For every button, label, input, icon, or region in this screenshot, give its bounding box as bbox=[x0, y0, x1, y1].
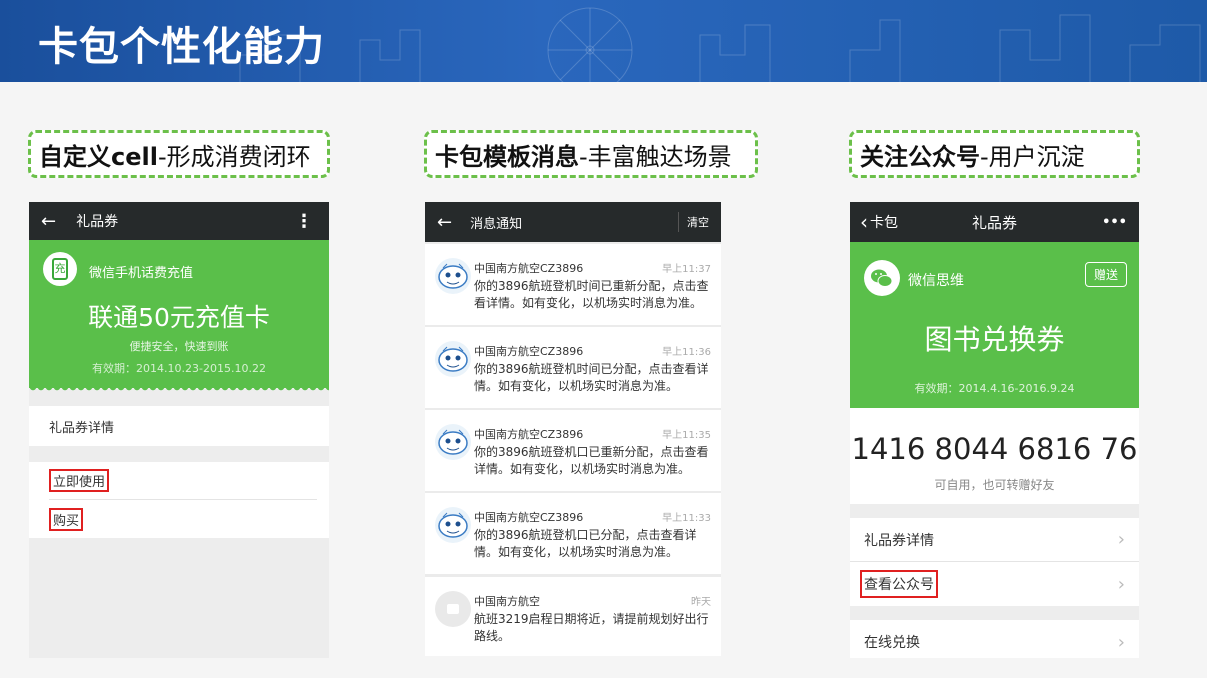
phone2-topbar-title: 消息通知 bbox=[470, 216, 523, 232]
phone-follow-account: ‹ 卡包 礼品券 ••• 微信思维 赠送 图书兑换券 有效期：2014.4.16… bbox=[850, 202, 1139, 658]
message-time: 早上11:35 bbox=[662, 430, 711, 441]
more-dots-icon[interactable]: ••• bbox=[1102, 215, 1127, 230]
phone1-action-list: 立即使用 购买 bbox=[29, 462, 329, 538]
back-chevron-icon[interactable]: ‹ bbox=[860, 210, 868, 234]
tag-bold-text: 关注公众号 bbox=[860, 142, 980, 171]
slide-title: 卡包个性化能力 bbox=[38, 24, 325, 70]
chevron-right-icon: › bbox=[1117, 631, 1125, 653]
card-code: 1416 8044 6816 76 bbox=[851, 432, 1138, 466]
online-redeem-row[interactable]: 在线兑换 › bbox=[850, 620, 1139, 658]
phone1-card-validity: 有效期：2014.10.23-2015.10.22 bbox=[92, 362, 266, 375]
airline-placeholder-icon bbox=[435, 591, 471, 627]
phone3-card-validity: 有效期：2014.4.16-2016.9.24 bbox=[914, 382, 1075, 395]
airline-mascot-icon bbox=[435, 424, 471, 460]
message-sender: 中国南方航空 bbox=[474, 595, 540, 608]
phone1-topbar-title: 礼品券 bbox=[76, 214, 119, 230]
message-sender: 中国南方航空CZ3896 bbox=[474, 345, 584, 358]
message-item[interactable]: 中国南方航空CZ3896 早上11:35 你的3896航班登机口已重新分配，点击… bbox=[425, 410, 721, 491]
phone1-card: 充 微信手机话费充值 联通50元充值卡 便捷安全，快速到账 有效期：2014.1… bbox=[29, 240, 329, 393]
message-time: 早上11:37 bbox=[662, 264, 711, 275]
airline-mascot-icon bbox=[435, 341, 471, 377]
back-arrow-icon[interactable]: ← bbox=[41, 211, 56, 232]
chevron-right-icon: › bbox=[1117, 573, 1125, 595]
phone1-topbar: ← 礼品券 ⋮ bbox=[29, 202, 329, 240]
message-item[interactable]: 中国南方航空CZ3896 早上11:33 你的3896航班登机口已分配，点击查看… bbox=[425, 493, 721, 574]
phone1-card-title: 联通50元充值卡 bbox=[88, 303, 270, 332]
chevron-right-icon: › bbox=[1117, 529, 1125, 550]
phone3-card: 微信思维 赠送 图书兑换券 有效期：2014.4.16-2016.9.24 bbox=[850, 242, 1139, 413]
airline-mascot-icon bbox=[435, 258, 471, 294]
recharge-logo-icon: 充 bbox=[43, 252, 77, 286]
message-time: 早上11:36 bbox=[662, 347, 711, 358]
phone1-card-subtitle: 便捷安全，快速到账 bbox=[129, 340, 229, 353]
detail-label: 礼品券详情 bbox=[49, 420, 115, 436]
phone3-row-group: 礼品券详情 › 查看公众号 › bbox=[850, 518, 1139, 606]
phone3-merchant-name: 微信思维 bbox=[908, 273, 964, 289]
phone-custom-cell: ← 礼品券 ⋮ 充 微信手机话费充值 联通50元充值卡 便捷安全，快速到账 有效… bbox=[29, 202, 329, 658]
gift-button[interactable]: 赠送 bbox=[1084, 262, 1127, 287]
view-account-label[interactable]: 查看公众号 bbox=[860, 570, 938, 598]
back-arrow-icon[interactable]: ← bbox=[437, 212, 452, 233]
more-vertical-icon[interactable]: ⋮ bbox=[295, 211, 313, 232]
buy-row[interactable]: 购买 bbox=[49, 500, 317, 538]
phone2-topbar: ← 消息通知 清空 bbox=[425, 202, 721, 242]
card-code-note: 可自用，也可转赠好友 bbox=[934, 478, 1055, 492]
message-sender: 中国南方航空CZ3896 bbox=[474, 511, 584, 524]
card-zigzag-edge bbox=[29, 387, 329, 393]
use-now-button[interactable]: 立即使用 bbox=[49, 469, 110, 492]
tag-bold-text: 自定义cell bbox=[39, 142, 158, 171]
message-body: 你的3896航班登机口已重新分配，点击查看详情。如有变化，以机场实时消息为准。 bbox=[474, 445, 709, 476]
tag-rest-text: -丰富触达场景 bbox=[579, 142, 732, 171]
message-body: 你的3896航班登机口已分配，点击查看详情。如有变化，以机场实时消息为准。 bbox=[474, 528, 697, 559]
tag-rest-text: -用户沉淀 bbox=[980, 142, 1085, 171]
message-body: 你的3896航班登机时间已重新分配，点击查看详情。如有变化，以机场实时消息为准。 bbox=[474, 279, 709, 310]
clear-button[interactable]: 清空 bbox=[687, 214, 709, 230]
phone1-detail-row[interactable]: 礼品券详情 bbox=[29, 406, 329, 446]
tag-bold-text: 卡包模板消息 bbox=[435, 142, 579, 171]
detail-row-label: 礼品券详情 bbox=[864, 532, 934, 549]
airline-mascot-icon bbox=[435, 507, 471, 543]
phone1-merchant-name: 微信手机话费充值 bbox=[89, 266, 194, 281]
use-now-row[interactable]: 立即使用 bbox=[49, 462, 317, 500]
clear-divider bbox=[678, 212, 679, 232]
message-time: 早上11:33 bbox=[662, 513, 711, 524]
message-body: 你的3896航班登机时间已分配，点击查看详情。如有变化，以机场实时消息为准。 bbox=[474, 362, 709, 393]
message-item[interactable]: 中国南方航空CZ3896 早上11:36 你的3896航班登机时间已分配，点击查… bbox=[425, 327, 721, 408]
tag-rest-text: -形成消费闭环 bbox=[157, 142, 311, 171]
phone3-card-title: 图书兑换券 bbox=[924, 323, 1065, 356]
message-item[interactable]: 中国南方航空CZ3896 早上11:37 你的3896航班登机时间已重新分配，点… bbox=[425, 244, 721, 325]
wechat-logo-icon bbox=[864, 260, 900, 296]
slide-banner: 卡包个性化能力 bbox=[0, 0, 1207, 82]
tag-template-message: 卡包模板消息 -丰富触达场景 bbox=[424, 130, 758, 178]
tag-follow-account: 关注公众号 -用户沉淀 bbox=[849, 130, 1140, 178]
code-area: 1416 8044 6816 76 可自用，也可转赠好友 bbox=[850, 408, 1139, 504]
tag-custom-cell: 自定义cell -形成消费闭环 bbox=[28, 130, 330, 178]
phone-message-list: ← 消息通知 清空 中国南方航空CZ3896 早上11:37 你的3896航班登… bbox=[425, 202, 721, 656]
back-label[interactable]: 卡包 bbox=[870, 212, 898, 232]
message-time: 昨天 bbox=[691, 597, 711, 608]
message-body: 航班3219启程日期将近，请提前规划好出行路线。 bbox=[474, 612, 709, 643]
view-account-row[interactable]: 查看公众号 › bbox=[850, 562, 1139, 606]
message-item[interactable]: 中国南方航空 昨天 航班3219启程日期将近，请提前规划好出行路线。 bbox=[425, 577, 721, 656]
detail-row[interactable]: 礼品券详情 › bbox=[850, 518, 1139, 562]
message-sender: 中国南方航空CZ3896 bbox=[474, 428, 584, 441]
online-redeem-label: 在线兑换 bbox=[864, 635, 920, 651]
phone3-topbar: ‹ 卡包 礼品券 ••• bbox=[850, 202, 1139, 242]
buy-button[interactable]: 购买 bbox=[49, 507, 84, 531]
message-sender: 中国南方航空CZ3896 bbox=[474, 262, 584, 275]
